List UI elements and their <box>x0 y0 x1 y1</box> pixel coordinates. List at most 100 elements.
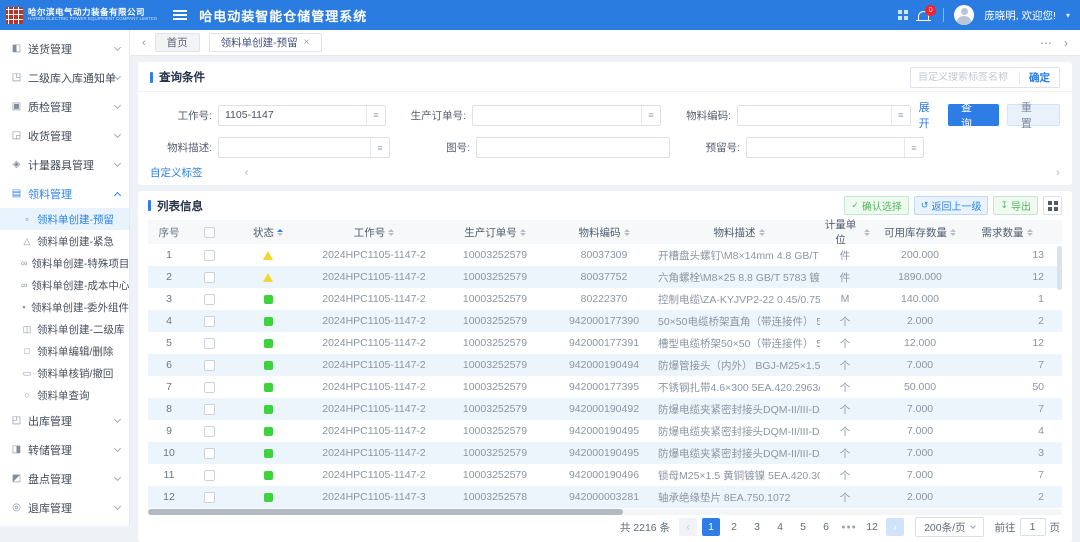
filter-icon[interactable]: ≡ <box>366 106 385 125</box>
sidebar-subitem-edit-delete[interactable]: □ 领料单编辑/删除 <box>0 340 129 362</box>
row-checkbox[interactable] <box>204 448 215 459</box>
sidebar-item-stocktake[interactable]: ◩ 盘点管理 <box>0 464 129 493</box>
col-order-no[interactable]: 生产订单号 <box>440 225 550 240</box>
page-number-button[interactable]: 3 <box>748 518 766 536</box>
sidebar-item-transfer[interactable]: ◨ 转储管理 <box>0 435 129 464</box>
table-row[interactable]: 12 2024HPC1105-1147-3 10003252578 942000… <box>148 486 1062 508</box>
sidebar-item-picking[interactable]: ▤ 领料管理 <box>0 179 129 208</box>
table-row[interactable]: 9 2024HPC1105-1147-2 10003252579 9420001… <box>148 420 1062 442</box>
row-checkbox[interactable] <box>204 426 215 437</box>
row-checkbox[interactable] <box>204 338 215 349</box>
sidebar-subitem-create-special[interactable]: ∞ 领料单创建-特殊项目 <box>0 252 129 274</box>
row-checkbox[interactable] <box>204 404 215 415</box>
table-row[interactable]: 2 2024HPC1105-1147-2 10003252579 8003775… <box>148 266 1062 288</box>
table-row[interactable]: 1 2024HPC1105-1147-2 10003252579 8003730… <box>148 244 1062 266</box>
reset-button[interactable]: 重置 <box>1007 104 1060 126</box>
fullscreen-icon[interactable] <box>898 10 908 20</box>
sidebar-subitem-create-secondary[interactable]: ◫ 领料单创建-二级库 <box>0 318 129 340</box>
goto-page-input[interactable] <box>1020 518 1046 536</box>
material-code-input[interactable] <box>738 109 891 121</box>
sidebar-subitem-create-cost-center[interactable]: ∞ 领料单创建-成本中心 <box>0 274 129 296</box>
table-row[interactable]: 6 2024HPC1105-1147-2 10003252579 9420001… <box>148 354 1062 376</box>
tabs-more-icon[interactable]: ⋯ <box>1040 36 1052 50</box>
export-button[interactable]: ↧导出 <box>993 196 1038 215</box>
row-checkbox[interactable] <box>204 250 215 261</box>
work-no-input[interactable] <box>219 109 366 121</box>
row-checkbox[interactable] <box>204 492 215 503</box>
drawing-no-input[interactable] <box>477 142 669 154</box>
page-number-button[interactable]: 2 <box>725 518 743 536</box>
table-row[interactable]: 11 2024HPC1105-1147-2 10003252579 942000… <box>148 464 1062 486</box>
col-work-no[interactable]: 工作号 <box>308 225 440 240</box>
sidebar-subitem-create-reserve[interactable]: ▫ 领料单创建-预留 <box>0 208 129 230</box>
page-number-button[interactable]: 6 <box>817 518 835 536</box>
page-number-button[interactable]: 12 <box>863 518 881 536</box>
confirm-select-button[interactable]: ✓确认选择 <box>844 196 909 215</box>
user-greeting[interactable]: 庞晓明, 欢迎您! <box>984 8 1056 23</box>
tabs-scroll-right-icon[interactable]: › <box>1064 36 1068 50</box>
page-size-select[interactable]: 200条/页 <box>915 517 983 537</box>
tab-close-icon[interactable]: × <box>304 37 310 48</box>
tags-scroll-left-icon[interactable]: ‹ <box>245 165 249 179</box>
tab-picking-create-reserve[interactable]: 领料单创建-预留 × <box>209 33 322 52</box>
row-checkbox[interactable] <box>204 316 215 327</box>
user-dropdown-caret-icon[interactable]: ▾ <box>1066 11 1070 20</box>
col-available-qty[interactable]: 可用库存数量 <box>870 225 970 240</box>
reserve-no-input[interactable] <box>747 142 904 154</box>
back-button[interactable]: ↺返回上一级 <box>914 196 989 215</box>
search-button[interactable]: 查询 <box>948 104 999 126</box>
row-checkbox[interactable] <box>204 470 215 481</box>
sidebar-item-secondary-inbound[interactable]: ◳ 二级库入库通知单 <box>0 63 129 92</box>
table-row[interactable]: 4 2024HPC1105-1147-2 10003252579 9420001… <box>148 310 1062 332</box>
sidebar-subitem-query[interactable]: ○ 领料单查询 <box>0 384 129 406</box>
user-avatar[interactable] <box>954 5 974 25</box>
tab-home[interactable]: 首页 <box>155 33 200 52</box>
notification-bell-icon[interactable]: 0 <box>918 11 929 20</box>
vertical-scrollbar[interactable] <box>1057 246 1062 290</box>
table-row[interactable]: 5 2024HPC1105-1147-2 10003252579 9420001… <box>148 332 1062 354</box>
table-row[interactable]: 7 2024HPC1105-1147-2 10003252579 9420001… <box>148 376 1062 398</box>
table-row[interactable]: 8 2024HPC1105-1147-2 10003252579 9420001… <box>148 398 1062 420</box>
next-page-button[interactable]: › <box>886 518 904 536</box>
row-checkbox[interactable] <box>204 294 215 305</box>
sidebar-item-outbound[interactable]: ◰ 出库管理 <box>0 406 129 435</box>
hscroll-thumb[interactable] <box>148 509 623 515</box>
sidebar-subitem-create-outsourced[interactable]: ▪ 领料单创建-委外组件 <box>0 296 129 318</box>
page-number-button[interactable]: 4 <box>771 518 789 536</box>
col-material-desc[interactable]: 物料描述 <box>658 225 820 240</box>
menu-collapse-icon[interactable] <box>173 10 187 20</box>
expand-link[interactable]: 展开 <box>919 99 940 131</box>
col-material-code[interactable]: 物料编码 <box>550 225 658 240</box>
tag-confirm-button[interactable]: 确定 <box>1020 70 1059 85</box>
filter-icon[interactable]: ≡ <box>370 138 389 157</box>
page-number-button[interactable]: 5 <box>794 518 812 536</box>
page-number-button[interactable]: 1 <box>702 518 720 536</box>
filter-icon[interactable]: ≡ <box>904 138 923 157</box>
row-checkbox[interactable] <box>204 360 215 371</box>
table-row[interactable]: 3 2024HPC1105-1147-2 10003252579 8022237… <box>148 288 1062 310</box>
col-demand-qty[interactable]: 需求数量 <box>970 225 1052 240</box>
tags-scroll-right-icon[interactable]: › <box>1056 165 1060 179</box>
table-row[interactable]: 10 2024HPC1105-1147-2 10003252579 942000… <box>148 442 1062 464</box>
custom-tag-link[interactable]: 自定义标签 <box>150 165 203 180</box>
select-all-checkbox[interactable] <box>204 227 215 238</box>
sidebar-item-measuring[interactable]: ◈ 计量器具管理 <box>0 150 129 179</box>
col-status[interactable]: 状态 <box>228 225 308 240</box>
sidebar-item-quality[interactable]: ▣ 质检管理 <box>0 92 129 121</box>
tag-name-input[interactable] <box>911 72 1019 83</box>
sidebar-item-delivery[interactable]: ◧ 送货管理 <box>0 34 129 63</box>
row-checkbox[interactable] <box>204 382 215 393</box>
col-unit[interactable]: 计量单位 <box>820 217 870 247</box>
prod-order-input[interactable] <box>473 109 641 121</box>
sidebar-subitem-writeoff-recall[interactable]: ▭ 领料单核销/撤回 <box>0 362 129 384</box>
material-desc-input[interactable] <box>219 142 370 154</box>
row-checkbox[interactable] <box>204 272 215 283</box>
prev-page-button[interactable]: ‹ <box>679 518 697 536</box>
sidebar-item-receiving[interactable]: ◲ 收货管理 <box>0 121 129 150</box>
filter-icon[interactable]: ≡ <box>641 106 660 125</box>
column-settings-icon[interactable] <box>1043 196 1062 215</box>
tabs-scroll-left-icon[interactable]: ‹ <box>142 37 146 49</box>
sidebar-subitem-create-urgent[interactable]: △ 领料单创建-紧急 <box>0 230 129 252</box>
filter-icon[interactable]: ≡ <box>891 106 910 125</box>
sidebar-item-return[interactable]: ◎ 退库管理 <box>0 493 129 522</box>
